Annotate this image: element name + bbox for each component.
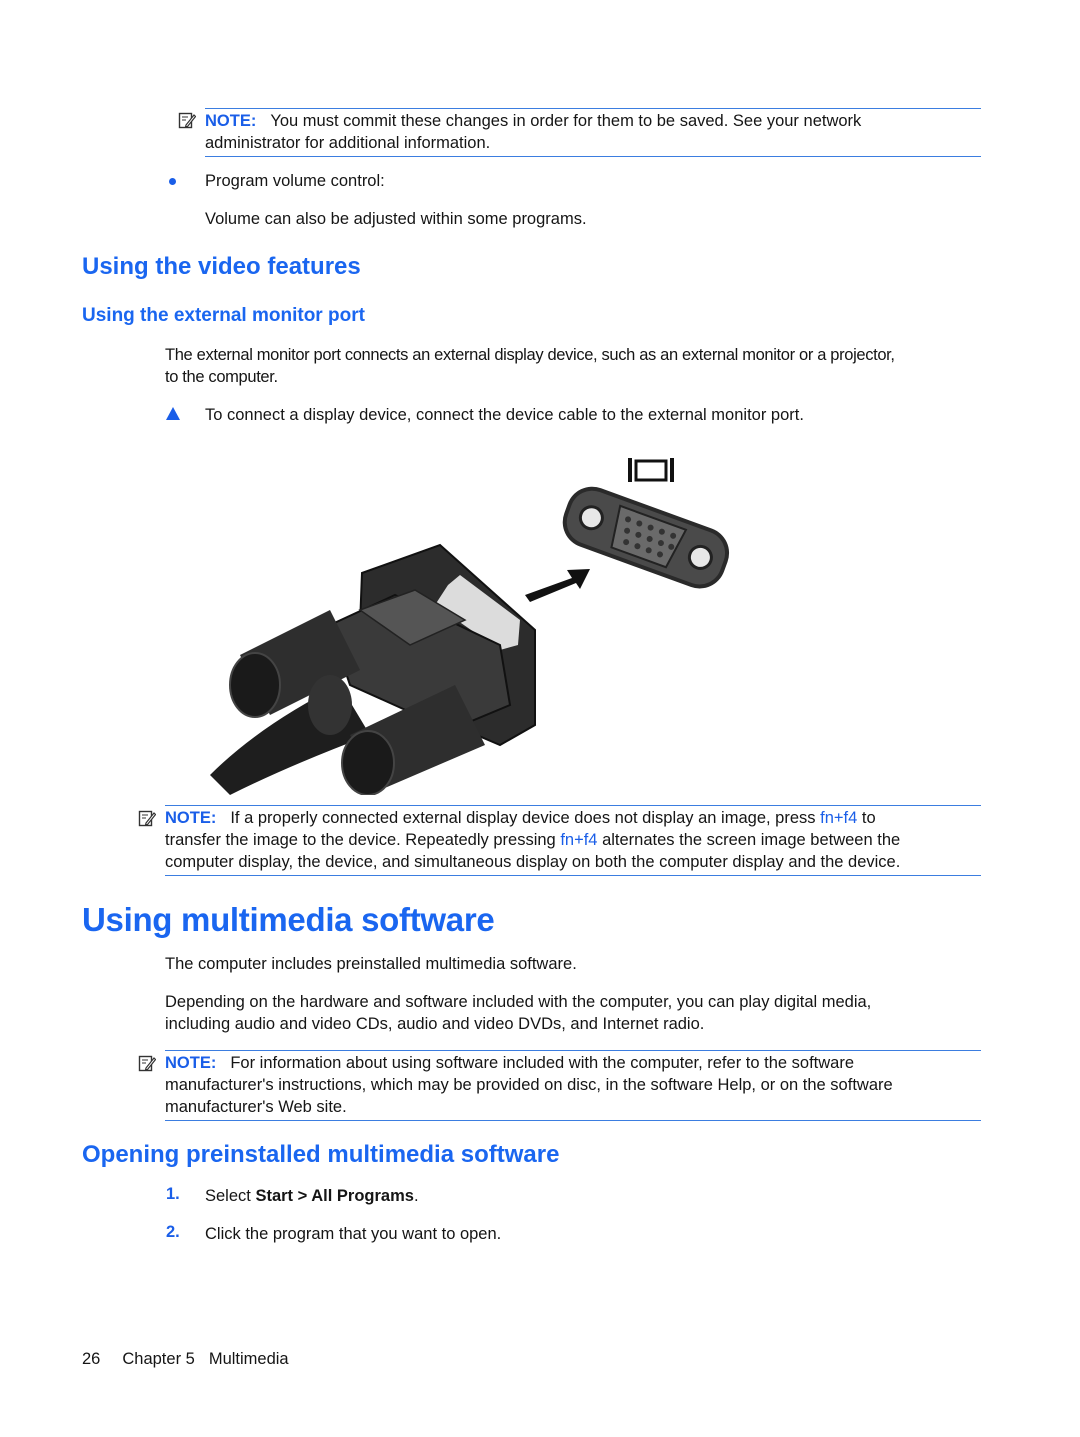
paragraph-monitor-port: The external monitor port connects an ex… bbox=[165, 344, 895, 388]
page-footer: 26 Chapter 5 Multimedia bbox=[82, 1350, 289, 1369]
note-software-info: NOTE: For information about using softwar… bbox=[165, 1050, 981, 1121]
vga-connector-illustration bbox=[210, 458, 730, 795]
note-icon bbox=[138, 810, 156, 827]
bullet-icon bbox=[169, 178, 176, 185]
step-text: Select Start > All Programs. bbox=[205, 1185, 419, 1207]
step-number: 1. bbox=[166, 1185, 180, 1203]
paragraph-line: to the computer. bbox=[165, 368, 278, 386]
paragraph-digital-media: Depending on the hardware and software i… bbox=[165, 991, 871, 1035]
paragraph-preinstalled: The computer includes preinstalled multi… bbox=[165, 955, 577, 973]
step-text: Click the program that you want to open. bbox=[205, 1225, 502, 1243]
note-fn-f4: NOTE: If a properly connected external di… bbox=[165, 805, 981, 876]
bullet-text: Volume can also be adjusted within some … bbox=[205, 210, 587, 228]
note-label: NOTE: bbox=[165, 809, 217, 827]
step-number: 2. bbox=[166, 1223, 180, 1241]
chapter-heading-multimedia-software: Using multimedia software bbox=[82, 901, 495, 938]
footer-chapter-title: Multimedia bbox=[208, 1350, 289, 1368]
note-text: If a properly connected external display… bbox=[230, 809, 821, 827]
paragraph-line: The external monitor port connects an ex… bbox=[165, 346, 895, 364]
section-heading-opening-software: Opening preinstalled multimedia software bbox=[82, 1141, 560, 1168]
instruction-connect: To connect a display device, connect the… bbox=[205, 406, 804, 424]
note-text: manufacturer's Web site. bbox=[165, 1098, 347, 1116]
note-label: NOTE: bbox=[165, 1054, 217, 1072]
keyboard-shortcut: fn+f4 bbox=[820, 809, 858, 827]
note-text: manufacturer's instructions, which may b… bbox=[165, 1076, 893, 1094]
insert-arrow-icon bbox=[525, 569, 590, 602]
note-label: NOTE: bbox=[205, 112, 257, 130]
note-text: You must commit these changes in order f… bbox=[270, 112, 862, 130]
note-icon bbox=[138, 1055, 156, 1072]
step-text-part: . bbox=[413, 1187, 419, 1205]
monitor-port-symbol-icon bbox=[628, 458, 674, 482]
menu-path: Start > All Programs bbox=[255, 1187, 414, 1205]
note-text: computer display, the device, and simult… bbox=[165, 853, 901, 871]
note-text: to bbox=[857, 809, 876, 827]
footer-chapter: Chapter 5 bbox=[122, 1350, 195, 1368]
note-commit-changes: NOTE: You must commit these changes in or… bbox=[205, 108, 981, 157]
page-number: 26 bbox=[82, 1350, 101, 1368]
paragraph-line: Depending on the hardware and software i… bbox=[165, 993, 872, 1011]
note-text: alternates the screen image between the bbox=[597, 831, 901, 849]
note-text: For information about using software inc… bbox=[230, 1054, 855, 1072]
note-text: transfer the image to the device. Repeat… bbox=[165, 831, 561, 849]
note-text: administrator for additional information… bbox=[205, 134, 491, 152]
paragraph-line: including audio and video CDs, audio and… bbox=[165, 1015, 705, 1033]
section-heading-video: Using the video features bbox=[82, 253, 361, 280]
step-triangle-icon bbox=[166, 407, 180, 420]
note-icon bbox=[178, 112, 196, 129]
step-text-part: Select bbox=[205, 1187, 256, 1205]
bullet-title: Program volume control: bbox=[205, 172, 385, 190]
subsection-heading-monitor-port: Using the external monitor port bbox=[82, 305, 365, 326]
keyboard-shortcut: fn+f4 bbox=[560, 831, 598, 849]
